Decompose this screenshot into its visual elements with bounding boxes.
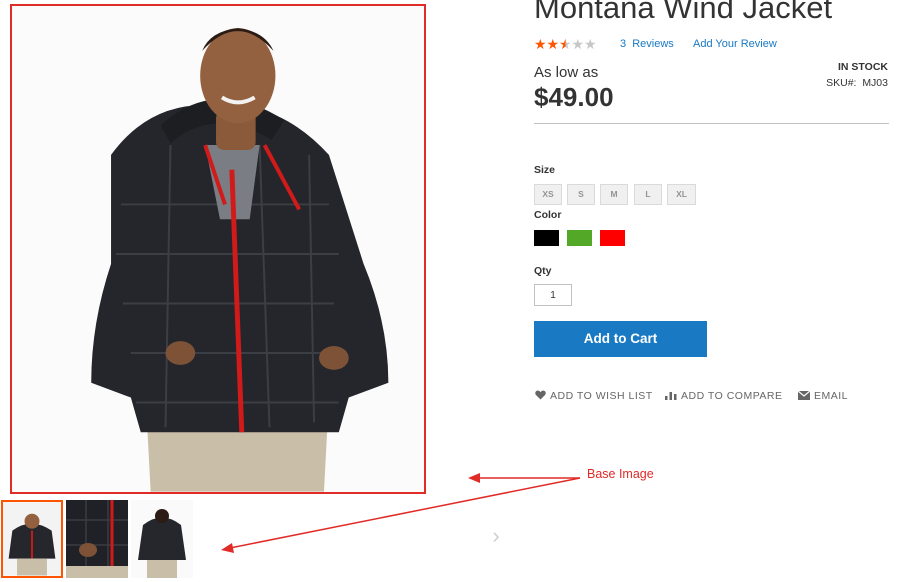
size-option-xl[interactable]: XL [667, 184, 696, 205]
reviews-link[interactable]: 3 Reviews [620, 38, 674, 50]
wish-list-label: ADD TO WISH LIST [550, 390, 653, 402]
thumbnail-3[interactable] [131, 500, 193, 578]
thumbnail-back-image [131, 500, 193, 578]
star-icon: ★ [571, 36, 585, 52]
chevron-right-icon[interactable]: › [488, 524, 504, 548]
color-label: Color [534, 209, 562, 221]
thumbnail-closeup-image [66, 500, 128, 578]
size-option-l[interactable]: L [634, 184, 662, 205]
thumbnail-1[interactable] [1, 500, 63, 578]
product-price: $49.00 [534, 82, 614, 112]
email-label: EMAIL [814, 390, 849, 402]
annotation-label: Base Image [587, 467, 654, 481]
divider [534, 123, 889, 124]
qty-label: Qty [534, 265, 552, 277]
star-half-icon: ★ [559, 36, 572, 52]
size-option-s[interactable]: S [567, 184, 595, 205]
star-icon: ★ [584, 36, 597, 52]
sku-label: SKU#: [826, 77, 857, 89]
bar-chart-icon [665, 390, 677, 403]
compare-label: ADD TO COMPARE [681, 390, 783, 402]
star-icon: ★ [546, 36, 560, 52]
sku: SKU#: MJ03 [826, 77, 888, 89]
size-option-m[interactable]: M [600, 184, 628, 205]
main-product-image[interactable] [10, 4, 426, 494]
star-icon: ★ [534, 36, 547, 52]
size-label: Size [534, 164, 556, 176]
email-link[interactable]: EMAIL [797, 390, 849, 403]
jacket-model-photo [12, 6, 424, 492]
color-option-green[interactable] [567, 230, 592, 246]
thumbnail-front-image [3, 502, 61, 576]
rating-stars: ★★★★★ [534, 36, 597, 52]
qty-input[interactable] [534, 284, 572, 306]
add-review-link[interactable]: Add Your Review [693, 38, 777, 50]
price-prefix: As low as [534, 64, 599, 81]
add-to-cart-button[interactable]: Add to Cart [534, 321, 707, 357]
add-to-compare-link[interactable]: ADD TO COMPARE [665, 390, 783, 403]
add-to-wish-list-link[interactable]: ADD TO WISH LIST [535, 390, 653, 403]
sku-value: MJ03 [862, 77, 888, 89]
size-option-xs[interactable]: XS [534, 184, 562, 205]
product-title: Montana Wind Jacket [534, 0, 833, 25]
envelope-icon [797, 390, 811, 403]
stock-status: IN STOCK [838, 61, 888, 73]
heart-icon [535, 390, 546, 403]
color-option-red[interactable] [600, 230, 625, 246]
thumbnail-2[interactable] [66, 500, 128, 578]
color-option-black[interactable] [534, 230, 559, 246]
